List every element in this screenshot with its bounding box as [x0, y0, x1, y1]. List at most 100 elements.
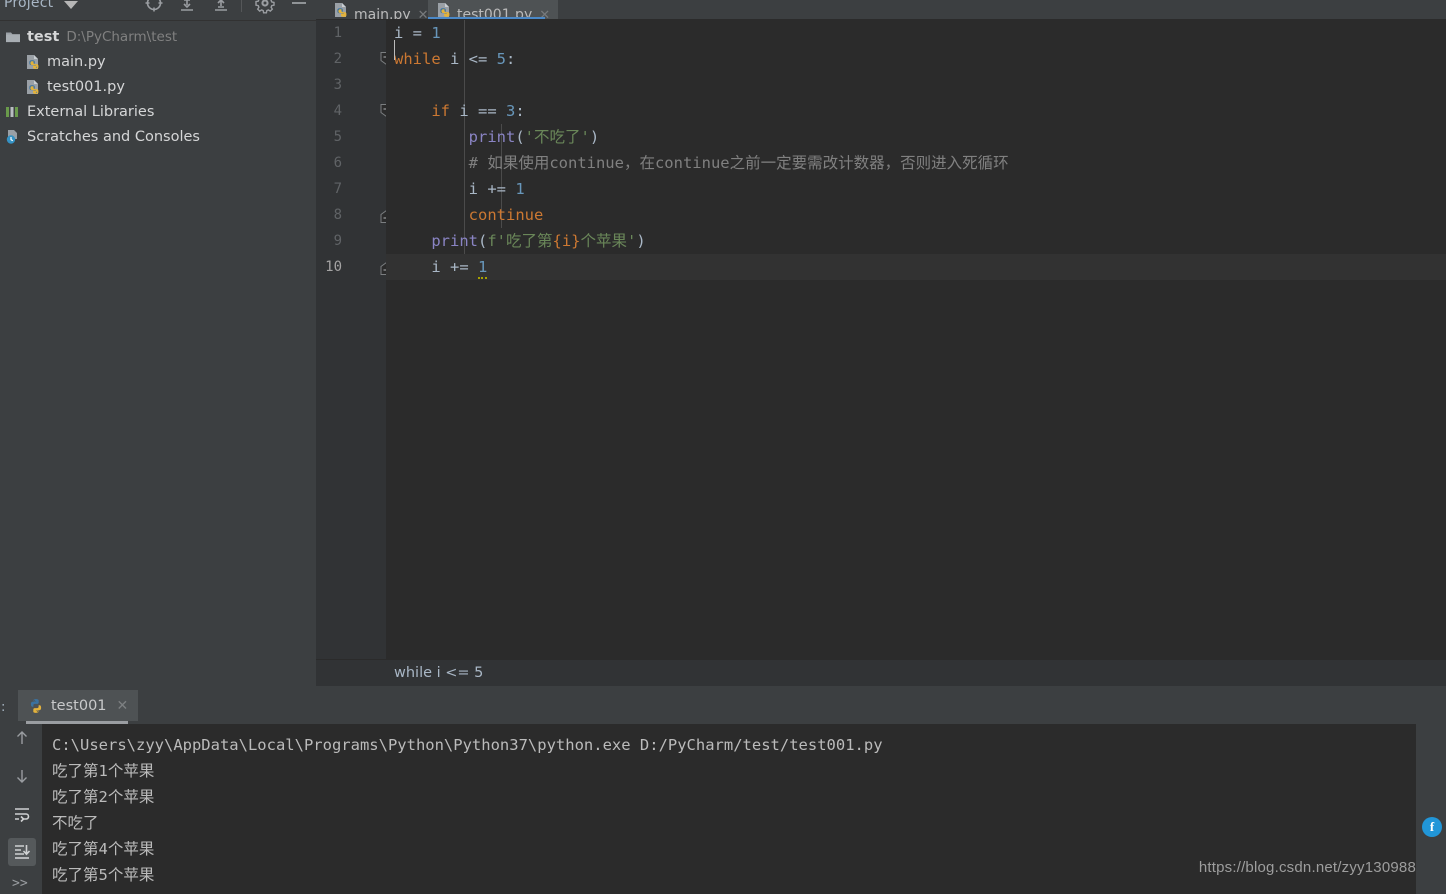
line-number: 7: [333, 181, 342, 197]
breadcrumb[interactable]: while i <= 5: [316, 659, 1446, 686]
code-token-kw: continue: [468, 206, 544, 224]
line-number: 10: [325, 259, 342, 275]
code-line-4[interactable]: if i == 3:: [386, 98, 1446, 124]
expand-toolbar-icon[interactable]: >>: [12, 876, 28, 891]
code-line-10[interactable]: i += 1: [386, 254, 1446, 280]
code-line-5[interactable]: print('不吃了'): [386, 124, 1446, 150]
close-icon[interactable]: ✕: [117, 698, 129, 714]
console-right-gutter: [1416, 724, 1446, 894]
code-token-plain: =: [403, 24, 432, 42]
soft-wrap-icon[interactable]: [8, 800, 36, 828]
scroll-up-icon[interactable]: [8, 724, 36, 752]
line-number: 8: [333, 207, 342, 223]
project-tree: test D:\PyCharm\test main.py test001.py: [0, 21, 316, 686]
run-panel: : test001 ✕ >> C:\Users\zyy\AppData\Loca…: [0, 686, 1446, 894]
code-line-1[interactable]: i = 1: [386, 20, 1446, 46]
libraries-icon: [4, 103, 22, 121]
python-file-icon: [24, 53, 42, 71]
pycharm-window: Project test D:\PyCharm\test main.py tes…: [0, 0, 1446, 894]
code-token-plain: :: [515, 102, 525, 120]
code-line-2[interactable]: while i <= 5:: [386, 46, 1446, 72]
tree-item-scratches-and-consoles[interactable]: Scratches and Consoles: [0, 124, 316, 149]
code-line-9[interactable]: print(f'吃了第{i}个苹果'): [386, 228, 1446, 254]
collapse-all-icon[interactable]: [210, 0, 232, 14]
locate-icon[interactable]: [143, 0, 165, 14]
line-number: 5: [333, 129, 342, 145]
code-editor[interactable]: 1 2 3 4 5 6 7 8 9 10 i = 1 while i <= 5:…: [316, 20, 1446, 659]
code-line-3[interactable]: [386, 72, 1446, 98]
line-number: 4: [333, 103, 342, 119]
python-file-icon: [436, 2, 452, 18]
run-panel-colon: :: [1, 700, 6, 715]
code-token-ident: i: [394, 24, 404, 42]
line-number: 2: [333, 51, 342, 67]
tree-item-test[interactable]: test D:\PyCharm\test: [0, 24, 316, 49]
code-token-plain: ): [589, 128, 600, 146]
console-line: 吃了第2个苹果: [52, 788, 155, 806]
code-token-kw: if: [431, 102, 450, 120]
code-token-squig: 1: [478, 258, 488, 279]
editor-gutter[interactable]: 1 2 3 4 5 6 7 8 9 10: [316, 20, 393, 659]
code-line-7[interactable]: i += 1: [386, 176, 1446, 202]
line-number: 9: [333, 233, 342, 249]
breadcrumb-label: while i <= 5: [394, 665, 484, 681]
gear-icon[interactable]: [254, 0, 276, 14]
tree-item-label: Scratches and Consoles: [27, 128, 200, 145]
editor-tab-label: main.py: [354, 7, 411, 19]
python-file-icon: [24, 78, 42, 96]
scratches-icon: [4, 128, 22, 146]
line-number: 3: [333, 77, 342, 93]
tree-item-test001-py[interactable]: test001.py: [0, 74, 316, 99]
code-line-8[interactable]: continue: [386, 202, 1446, 228]
expand-all-icon[interactable]: [176, 0, 198, 14]
code-token-plain: +=: [478, 180, 516, 198]
hide-panel-icon[interactable]: [288, 0, 310, 14]
code-token-fn: print: [431, 232, 478, 250]
scroll-to-end-icon[interactable]: [8, 838, 36, 866]
run-tabbar: : test001 ✕: [0, 690, 1446, 724]
python-file-icon: [333, 2, 349, 18]
editor-tab-main-py[interactable]: main.py ✕: [325, 0, 437, 19]
tree-item-label: External Libraries: [27, 103, 155, 120]
line-number: 1: [333, 25, 342, 41]
tree-item-main-py[interactable]: main.py: [0, 49, 316, 74]
tree-item-path: D:\PyCharm\test: [66, 28, 178, 45]
scroll-down-icon[interactable]: [8, 762, 36, 790]
code-token-plain: +=: [440, 258, 478, 276]
code-lines[interactable]: i = 1 while i <= 5: if i == 3: print('不吃…: [386, 20, 1446, 659]
code-line-6[interactable]: # 如果使用continue，在continue之前一定要需改计数器，否则进入死…: [386, 150, 1446, 176]
tree-item-external-libraries[interactable]: External Libraries: [0, 99, 316, 124]
code-token-kw: while: [394, 50, 441, 68]
project-panel-header: Project: [0, 0, 316, 20]
code-token-fbrace: {i}: [552, 232, 581, 250]
tree-item-label: test001.py: [47, 78, 125, 95]
code-token-plain: i <=: [440, 50, 497, 68]
code-token-str: '不吃了': [524, 128, 590, 146]
code-token-plain: ): [636, 232, 646, 250]
code-token-plain: (: [478, 232, 488, 250]
project-panel-title: Project: [4, 0, 54, 11]
code-token-num: 3: [506, 102, 516, 120]
run-tab-test001[interactable]: test001 ✕: [18, 690, 139, 721]
code-token-num: 1: [431, 24, 441, 42]
code-token-plain: (: [515, 128, 525, 146]
watermark-url: https://blog.csdn.net/zyy130988: [1198, 859, 1416, 876]
python-file-icon: [28, 698, 44, 714]
code-token-str: 个苹果': [580, 232, 637, 250]
console-line: C:\Users\zyy\AppData\Local\Programs\Pyth…: [52, 736, 883, 754]
code-token-plain: i ==: [450, 102, 506, 120]
code-token-ident: i: [431, 258, 441, 276]
chevron-down-icon[interactable]: [64, 1, 78, 9]
code-token-plain: :: [506, 50, 516, 68]
console-line: 不吃了: [52, 814, 99, 832]
code-token-ident: i: [468, 180, 478, 198]
editor-tabbar: main.py ✕ test001.py ✕: [316, 0, 1446, 19]
run-tab-label: test001: [51, 697, 107, 714]
close-icon[interactable]: ✕: [418, 8, 429, 19]
code-token-str: f'吃了第: [487, 232, 553, 250]
csdn-badge-icon: f: [1422, 817, 1442, 837]
